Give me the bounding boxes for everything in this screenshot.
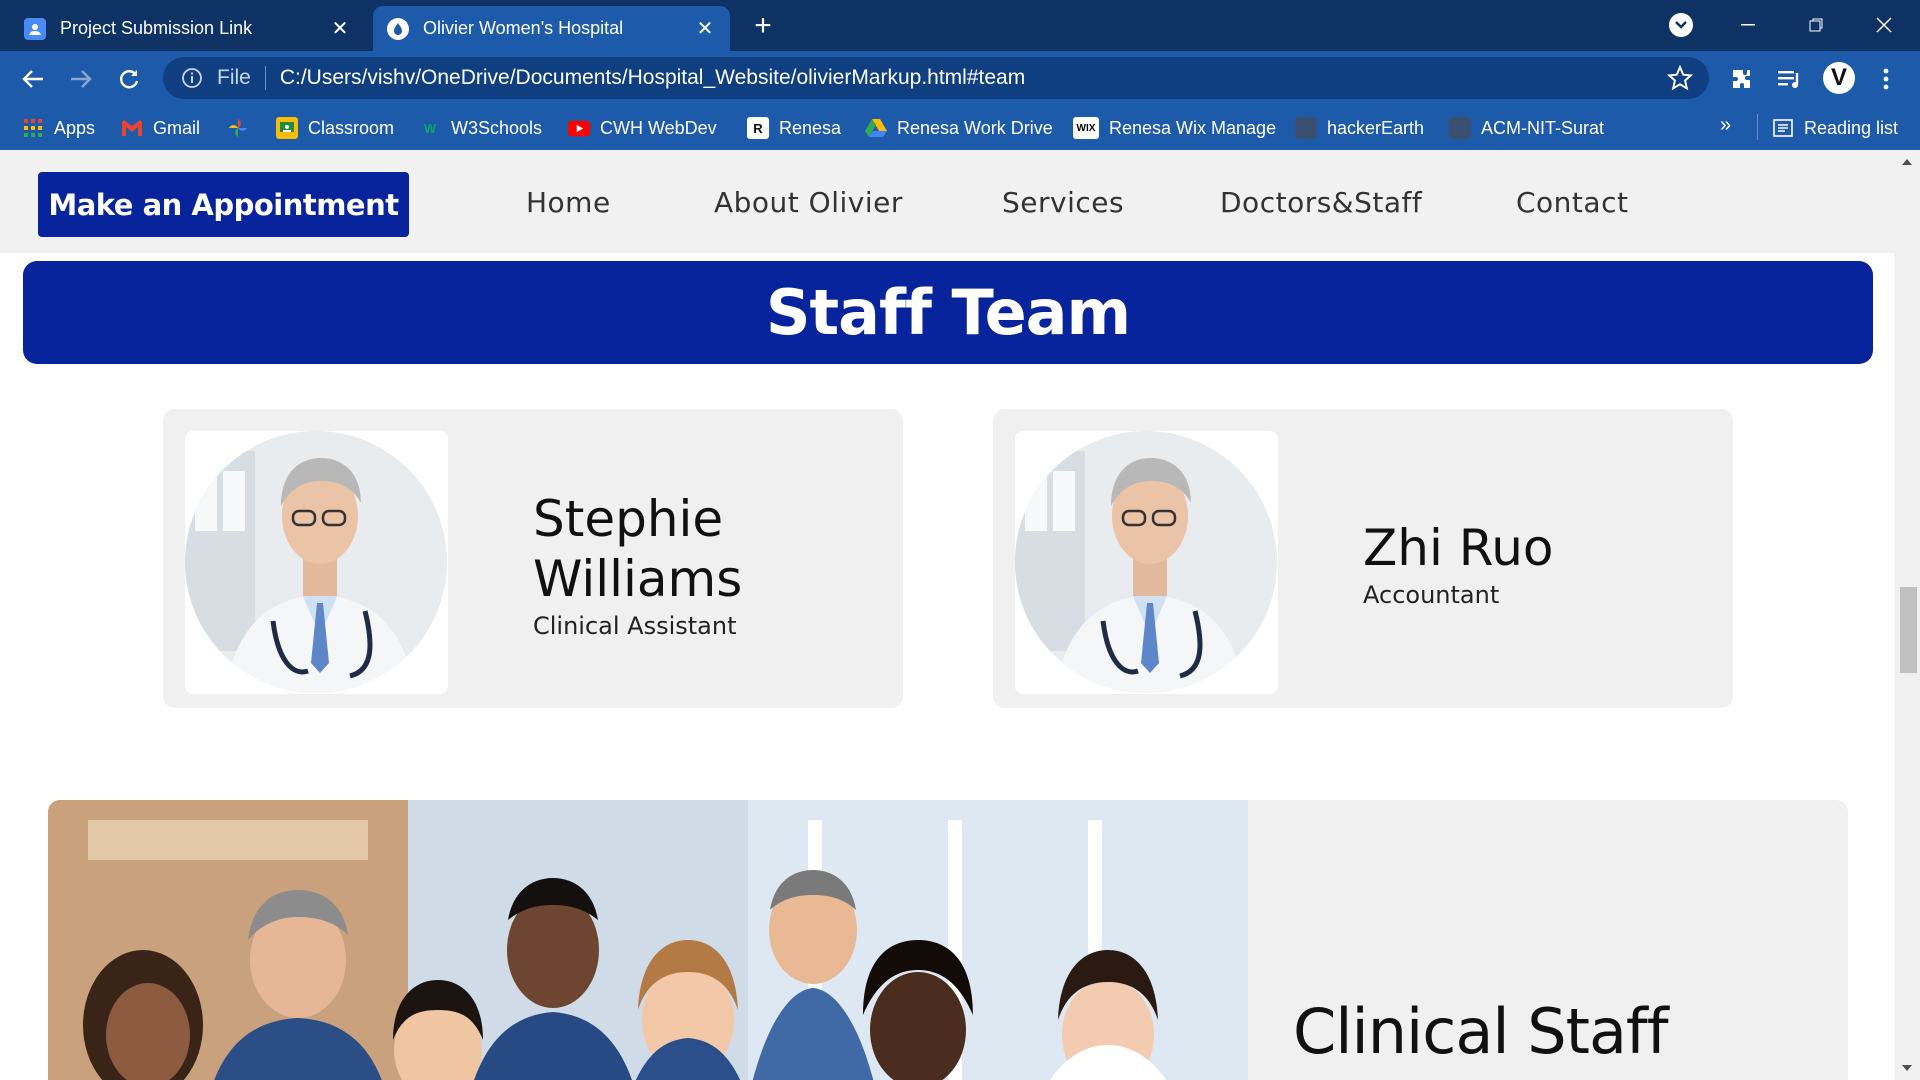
wix-icon: WIX	[1073, 117, 1099, 139]
bookmark-label: W3Schools	[451, 117, 543, 138]
url-text[interactable]: C:/Users/vishv/OneDrive/Documents/Hospit…	[280, 66, 1667, 90]
bookmark-hackerearth[interactable]: hackerEarth	[1295, 114, 1424, 142]
staff-name-last: Williams	[533, 550, 743, 608]
bookmark-label: CWH WebDev	[600, 117, 717, 138]
w3schools-icon: W	[423, 120, 437, 136]
bookmark-star-icon[interactable]	[1667, 65, 1693, 91]
tab-olivier-hospital[interactable]: Olivier Women's Hospital ✕	[373, 6, 730, 51]
address-divider	[264, 66, 266, 90]
tab-title: Project Submission Link	[60, 18, 253, 38]
extensions-icon[interactable]	[1727, 64, 1757, 94]
bookmark-label: Renesa Work Drive	[897, 117, 1053, 138]
back-arrow-icon[interactable]	[18, 64, 48, 94]
bookmark-renesa-drive[interactable]: Renesa Work Drive	[865, 114, 1053, 142]
site-info-icon[interactable]	[181, 67, 203, 89]
nav-link-services[interactable]: Services	[1002, 186, 1124, 219]
bookmark-photos[interactable]	[227, 114, 259, 142]
make-appointment-button[interactable]: Make an Appointment	[38, 172, 409, 237]
tab-search-icon[interactable]	[1669, 13, 1693, 37]
gmail-icon	[121, 117, 143, 139]
staff-role: Accountant	[1363, 581, 1500, 609]
bookmark-cwh[interactable]: CWH WebDev	[568, 114, 717, 142]
forward-arrow-icon[interactable]	[66, 64, 96, 94]
bookmark-label: hackerEarth	[1327, 117, 1425, 138]
media-playlist-icon[interactable]	[1775, 64, 1805, 94]
nav-link-doctors-staff[interactable]: Doctors&Staff	[1220, 186, 1422, 219]
doctor-photo	[1015, 431, 1278, 694]
bookmark-label: Classroom	[308, 117, 395, 138]
reading-list-label: Reading list	[1804, 117, 1899, 138]
bookmarks-divider	[1757, 114, 1758, 140]
reading-list-icon	[1772, 117, 1794, 139]
page-viewport: Make an Appointment Home About Olivier S…	[0, 150, 1920, 1080]
google-drive-icon	[865, 117, 887, 139]
page-scrollbar[interactable]	[1894, 150, 1920, 1080]
bookmark-w3schools[interactable]: W W3Schools	[419, 114, 542, 142]
scroll-down-arrow-icon[interactable]	[1902, 1065, 1912, 1071]
contact-icon	[24, 17, 46, 40]
doctor-photo	[185, 431, 448, 694]
reload-icon[interactable]	[114, 64, 144, 94]
scheme-label: File	[217, 66, 251, 89]
clinical-staff-section: Clinical Staff	[48, 800, 1848, 1080]
classroom-icon	[276, 117, 298, 139]
bookmark-label: ACM-NIT-Surat	[1481, 117, 1605, 138]
bookmark-gmail[interactable]: Gmail	[121, 114, 200, 142]
restore-icon[interactable]	[1796, 8, 1836, 42]
staff-name-first: Stephie	[533, 490, 724, 548]
profile-avatar[interactable]: V	[1823, 62, 1855, 94]
renesa-icon: R	[747, 117, 769, 139]
apps-grid-icon	[22, 117, 44, 139]
window-close-icon[interactable]	[1864, 8, 1904, 42]
staff-team-banner: Staff Team	[23, 261, 1873, 364]
bookmarks-bar: Apps Gmail Classroom W W3Schools CWH Web…	[0, 106, 1920, 150]
close-icon[interactable]: ✕	[329, 18, 351, 40]
scroll-up-arrow-icon[interactable]	[1902, 159, 1912, 165]
youtube-icon	[568, 117, 590, 139]
bookmark-apps[interactable]: Apps	[22, 114, 95, 142]
staff-card-info: Zhi Ruo Accountant	[1363, 518, 1554, 610]
staff-role: Clinical Assistant	[533, 612, 737, 640]
browser-tab-strip: Project Submission Link ✕ Olivier Women'…	[0, 0, 1920, 51]
staff-card: Stephie Williams Clinical Assistant	[163, 409, 903, 708]
bookmark-acm[interactable]: ACM-NIT-Surat	[1449, 114, 1604, 142]
nav-link-about[interactable]: About Olivier	[714, 186, 903, 219]
bookmark-renesa-wix[interactable]: WIX Renesa Wix Manage	[1073, 114, 1276, 142]
minimize-icon[interactable]	[1728, 8, 1768, 42]
bookmark-renesa[interactable]: R Renesa	[747, 114, 841, 142]
bookmark-label: Renesa	[779, 117, 842, 138]
hospital-favicon-icon	[387, 17, 409, 40]
bookmarks-overflow-icon[interactable]: »	[1720, 114, 1731, 137]
reading-list-button[interactable]: Reading list	[1772, 114, 1898, 142]
staff-card-info: Stephie Williams Clinical Assistant	[533, 489, 742, 641]
tab-project-submission[interactable]: Project Submission Link ✕	[10, 6, 365, 51]
browser-toolbar: File C:/Users/vishv/OneDrive/Documents/H…	[0, 51, 1920, 106]
nav-link-home[interactable]: Home	[526, 186, 611, 219]
bookmark-label: Gmail	[153, 117, 201, 138]
bookmark-label: Apps	[54, 117, 96, 138]
new-tab-icon[interactable]: +	[746, 10, 780, 44]
close-icon[interactable]: ✕	[694, 18, 716, 40]
bookmark-page-icon	[1449, 117, 1471, 139]
menu-kebab-icon[interactable]	[1871, 64, 1901, 94]
google-photos-icon	[227, 117, 249, 139]
address-bar[interactable]: File C:/Users/vishv/OneDrive/Documents/H…	[163, 57, 1709, 99]
bookmark-page-icon	[1295, 117, 1317, 139]
staff-name: Zhi Ruo	[1363, 519, 1554, 577]
clinical-staff-photo	[48, 800, 1248, 1080]
tab-title: Olivier Women's Hospital	[423, 18, 624, 38]
nav-link-contact[interactable]: Contact	[1516, 186, 1628, 219]
site-navbar: Make an Appointment Home About Olivier S…	[0, 150, 1894, 253]
bookmark-classroom[interactable]: Classroom	[276, 114, 394, 142]
clinical-staff-title: Clinical Staff	[1293, 995, 1669, 1068]
staff-card: Zhi Ruo Accountant	[993, 409, 1733, 708]
scrollbar-thumb[interactable]	[1900, 587, 1917, 673]
bookmark-label: Renesa Wix Manage	[1109, 117, 1277, 138]
